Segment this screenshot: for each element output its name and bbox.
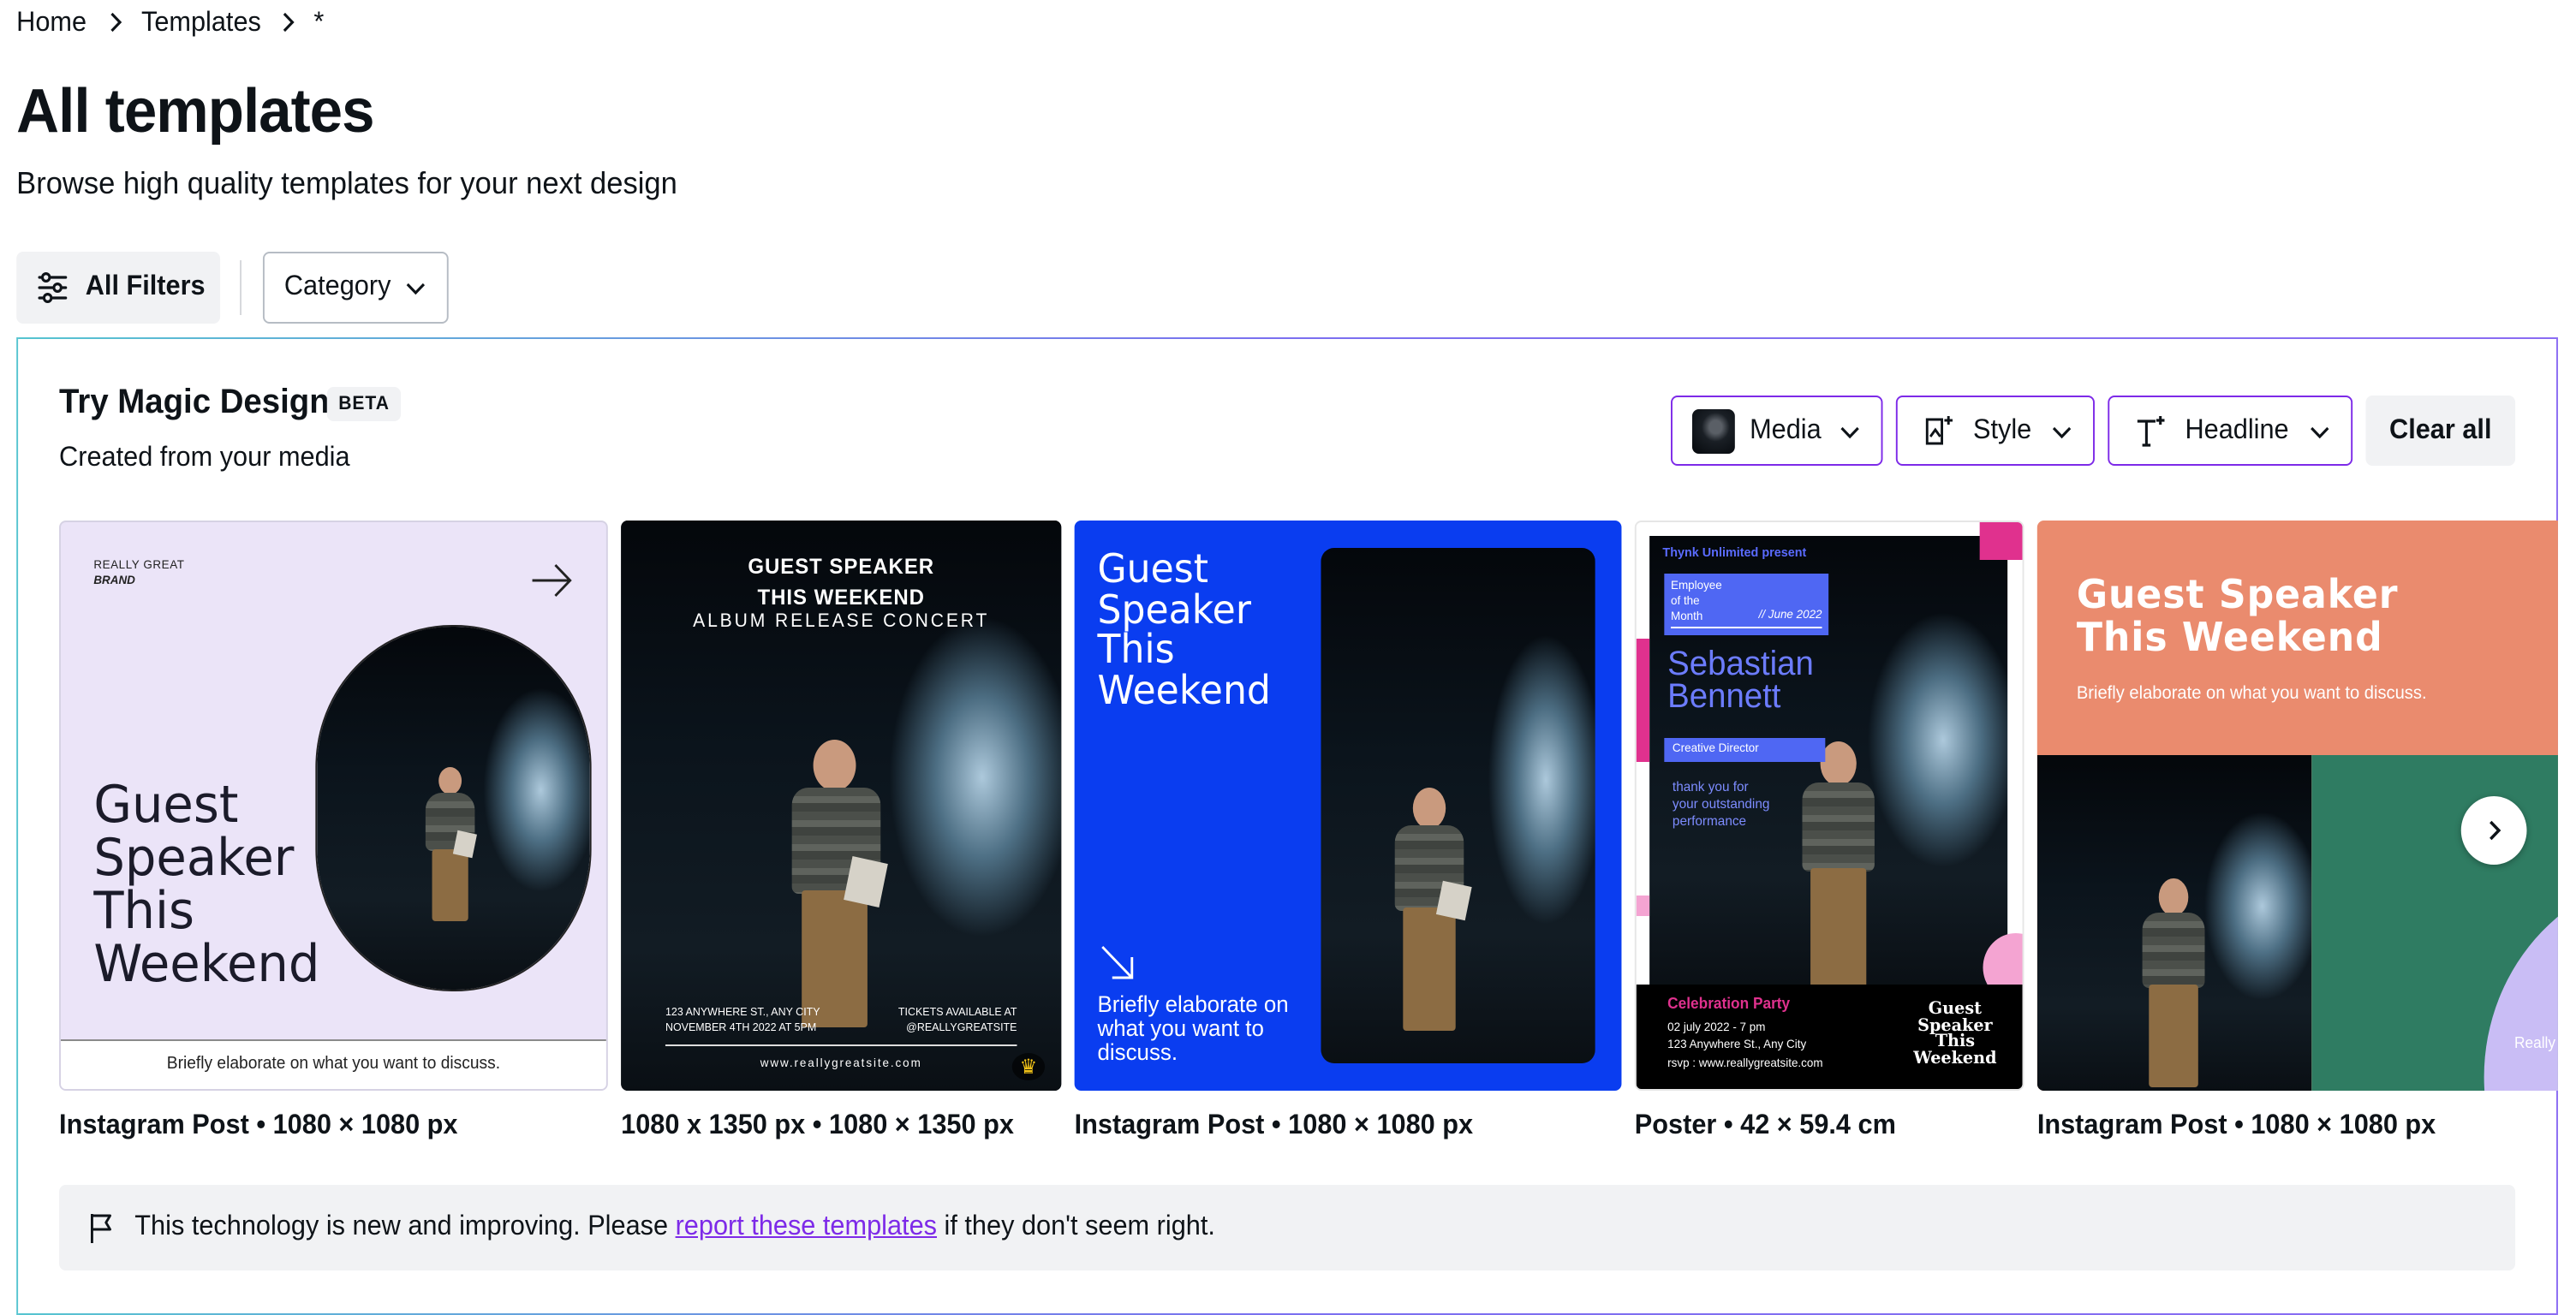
template-label[interactable]: 1080 x 1350 px • 1080 × 1350 px (621, 1111, 1014, 1142)
brand-text: REALLY GREAT (93, 560, 185, 572)
headline-label: Headline (2185, 415, 2289, 444)
notice-text: This technology is new and improving. Pl… (134, 1212, 1215, 1241)
breadcrumb-home[interactable]: Home (16, 9, 86, 39)
event-address: 123 ANYWHERE ST., ANY CITY NOVEMBER 4TH … (665, 1007, 820, 1034)
style-label: Style (1972, 415, 2032, 444)
magic-design-title: Try Magic Design (59, 384, 330, 421)
page-title: All templates (16, 75, 374, 146)
poster-guest-text: Guest Speaker This Weekend (1913, 1000, 1997, 1068)
all-filters-button[interactable]: All Filters (16, 252, 221, 324)
poster-party: Celebration Party (1667, 995, 1791, 1012)
card-subheadline: ALBUM RELEASE CONCERT (693, 611, 990, 632)
poster-role: Creative Director (1664, 738, 1826, 762)
all-filters-label: All Filters (85, 272, 206, 301)
speaker-photo (1321, 548, 1595, 1063)
template-card-3[interactable]: Guest Speaker This Weekend Briefly elabo… (1074, 521, 1622, 1091)
sliders-icon (38, 271, 68, 304)
magic-design-subtitle: Created from your media (59, 443, 350, 473)
chevron-down-icon (2311, 426, 2329, 439)
ticket-info: TICKETS AVAILABLE AT @REALLYGREATSITE (897, 1007, 1017, 1034)
speaker-photo (315, 625, 592, 991)
flag-icon (90, 1214, 111, 1243)
chevron-down-icon (2052, 426, 2072, 439)
template-label[interactable]: Poster • 42 × 59.4 cm (1635, 1111, 1896, 1142)
poster-presents: Thynk Unlimited present (1662, 544, 1807, 560)
style-dropdown[interactable]: Style (1895, 396, 2095, 466)
media-dropdown[interactable]: Media (1671, 396, 1883, 466)
beta-badge: BETA (326, 387, 402, 421)
text-sparkle-icon (2137, 415, 2165, 446)
card-website: www.reallygreatsite.com (760, 1058, 922, 1070)
chevron-right-icon (276, 10, 299, 34)
page-subtitle: Browse high quality templates for your n… (16, 166, 677, 200)
template-label[interactable]: Instagram Post • 1080 × 1080 px (59, 1111, 457, 1142)
report-templates-link[interactable]: report these templates (676, 1212, 937, 1241)
magic-style-icon (1925, 415, 1953, 444)
chevron-down-icon (1840, 426, 1859, 439)
headline-dropdown[interactable]: Headline (2108, 396, 2353, 466)
card-headline: GUEST SPEAKER (748, 555, 935, 579)
divider (240, 260, 242, 315)
divider (665, 1044, 1017, 1046)
chevron-right-icon (104, 10, 127, 34)
feedback-notice: This technology is new and improving. Pl… (59, 1185, 2516, 1270)
card-body-text: Briefly elaborate on what you want to di… (1097, 991, 1289, 1065)
card-footer-text: Briefly elaborate on what you want to di… (60, 1039, 606, 1089)
arrow-right-icon (532, 563, 572, 598)
speaker-photo (2036, 755, 2312, 1091)
media-thumbnail (1691, 408, 1735, 453)
card-headline: Guest Speaker This Weekend (93, 776, 320, 995)
carousel-next-button[interactable] (2460, 796, 2527, 865)
poster-details: 02 july 2022 - 7 pm 123 Anywhere St., An… (1667, 1022, 1807, 1050)
decor-shape (1636, 639, 1650, 762)
media-label: Media (1750, 415, 1822, 444)
card-headline: Guest Speaker This Weekend (1097, 548, 1271, 713)
category-dropdown[interactable]: Category (262, 252, 449, 324)
card-headline: THIS WEEKEND (757, 586, 925, 610)
decor-shape (1979, 522, 2023, 560)
template-card-4[interactable]: Thynk Unlimited present Employee of the … (1634, 521, 2024, 1091)
arrow-down-right-icon (1101, 945, 1134, 979)
brand-text: BRAND (93, 575, 135, 587)
crown-icon: ♛ (1011, 1053, 1046, 1080)
poster-rsvp: rsvp : www.reallygreatsite.com (1667, 1058, 1823, 1070)
template-label[interactable]: Instagram Post • 1080 × 1080 px (2037, 1111, 2436, 1142)
chevron-down-icon (406, 283, 426, 295)
poster-thanks: thank you for your outstanding performan… (1672, 779, 1770, 829)
card-body-text: Briefly elaborate on what you want to di… (2076, 683, 2427, 704)
poster-name: Sebastian Bennett (1667, 646, 1814, 716)
employee-box: Employee of the Month // June 2022 (1664, 574, 1829, 635)
breadcrumb-templates[interactable]: Templates (141, 9, 261, 39)
template-label[interactable]: Instagram Post • 1080 × 1080 px (1075, 1111, 1473, 1142)
breadcrumb-current: * (313, 9, 325, 38)
decor-shape (1636, 896, 1650, 916)
template-card-2[interactable]: GUEST SPEAKER THIS WEEKEND ALBUM RELEASE… (621, 521, 1062, 1091)
brand-text: Really grea bran (2514, 1034, 2558, 1051)
category-label: Category (283, 272, 391, 301)
clear-all-button[interactable]: Clear all (2365, 396, 2516, 466)
chevron-right-icon (2490, 820, 2501, 841)
card-headline: Guest Speaker This Weekend (2076, 574, 2399, 661)
template-card-1[interactable]: REALLY GREAT BRAND Guest Speaker This We… (59, 521, 608, 1091)
